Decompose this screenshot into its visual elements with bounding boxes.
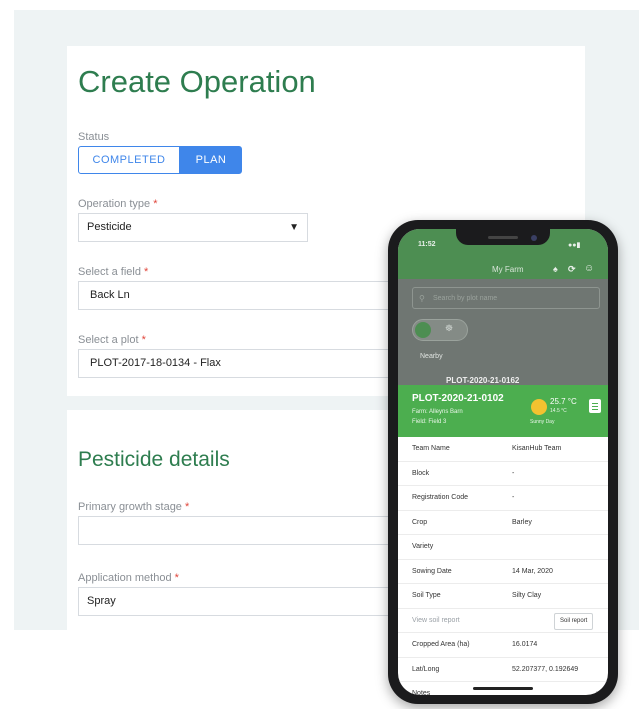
- field-value: Back Ln: [90, 289, 130, 301]
- sync-icon[interactable]: ⟳: [568, 264, 576, 275]
- application-method-value: Spray: [87, 595, 116, 607]
- status-label: Status: [78, 131, 110, 143]
- phone-header-title: My Farm: [492, 265, 524, 274]
- view-toggle[interactable]: ☸: [412, 319, 468, 341]
- home-indicator: [473, 687, 533, 690]
- signal-icon: ●●▮: [568, 242, 581, 249]
- field-line: Field: Field 3: [412, 419, 447, 425]
- status-toggle: COMPLETED PLAN: [78, 146, 242, 174]
- speaker-icon: [488, 236, 518, 239]
- page-title: Create Operation: [78, 64, 316, 99]
- operation-type-label: Operation type *: [78, 198, 158, 210]
- status-plan-button[interactable]: PLAN: [180, 146, 242, 174]
- phone-screen: 11:52 ●●▮ My Farm ♠ ⟳ ☺ ⚲ Search by plot…: [398, 229, 608, 695]
- detail-row: Soil Type Silty Clay: [398, 584, 608, 609]
- detail-row: Crop Barley: [398, 511, 608, 535]
- soil-report-row: View soil report Soil report: [398, 609, 608, 633]
- farm-line: Farm: Alleyns Barn: [412, 409, 463, 415]
- dimmed-plot-name: PLOT-2020-21-0162: [446, 376, 520, 385]
- status-completed-button[interactable]: COMPLETED: [78, 146, 180, 174]
- plot-search-input[interactable]: ⚲ Search by plot name: [412, 287, 600, 309]
- detail-row: Lat/Long 52.207377, 0.192649: [398, 658, 608, 682]
- field-label: Select a field *: [78, 266, 149, 278]
- operation-type-value: Pesticide: [87, 221, 132, 233]
- growth-stage-input[interactable]: [78, 516, 408, 545]
- notes-icon[interactable]: [589, 399, 601, 413]
- detail-row: Sowing Date 14 Mar, 2020: [398, 560, 608, 584]
- plot-details-list: Team Name KisanHub Team Block - Registrati…: [398, 437, 608, 695]
- detail-row: Block -: [398, 462, 608, 486]
- search-icon: ⚲: [419, 294, 425, 303]
- detail-row: Team Name KisanHub Team: [398, 437, 608, 462]
- search-placeholder: Search by plot name: [433, 295, 498, 302]
- temperature: 25.7 °C: [550, 397, 577, 406]
- map-view-icon[interactable]: [415, 322, 431, 338]
- chevron-right-icon: ›: [596, 690, 599, 695]
- plot-label: Select a plot *: [78, 334, 146, 346]
- nearby-label: Nearby: [420, 353, 443, 360]
- plot-value: PLOT-2017-18-0134 - Flax: [90, 357, 221, 369]
- plot-id: PLOT-2020-21-0102: [412, 393, 504, 404]
- plot-select[interactable]: PLOT-2017-18-0134 - Flax: [78, 349, 408, 378]
- detail-row: Variety: [398, 535, 608, 560]
- temperature-sub: 14.5 °C: [550, 408, 567, 414]
- detail-row: Cropped Area (ha) 16.0174: [398, 633, 608, 658]
- notification-bell-icon[interactable]: ♠: [553, 264, 558, 274]
- application-method-label: Application method *: [78, 572, 179, 584]
- list-view-icon[interactable]: ☸: [445, 323, 453, 334]
- soil-report-button[interactable]: Soil report: [554, 612, 594, 630]
- user-icon[interactable]: ☺: [584, 263, 594, 274]
- operation-type-select[interactable]: Pesticide ▼: [78, 213, 308, 242]
- chevron-down-icon: ▼: [289, 222, 299, 233]
- sun-icon: [531, 399, 547, 415]
- weather-desc: Sunny Day: [530, 419, 555, 425]
- camera-icon: [531, 235, 537, 241]
- details-title: Pesticide details: [78, 448, 230, 471]
- detail-row: Registration Code -: [398, 486, 608, 511]
- application-method-select[interactable]: Spray: [78, 587, 408, 616]
- field-select[interactable]: Back Ln: [78, 281, 408, 310]
- growth-stage-label: Primary growth stage *: [78, 501, 190, 513]
- status-time: 11:52: [418, 241, 436, 248]
- view-soil-report-link[interactable]: View soil report: [412, 609, 460, 633]
